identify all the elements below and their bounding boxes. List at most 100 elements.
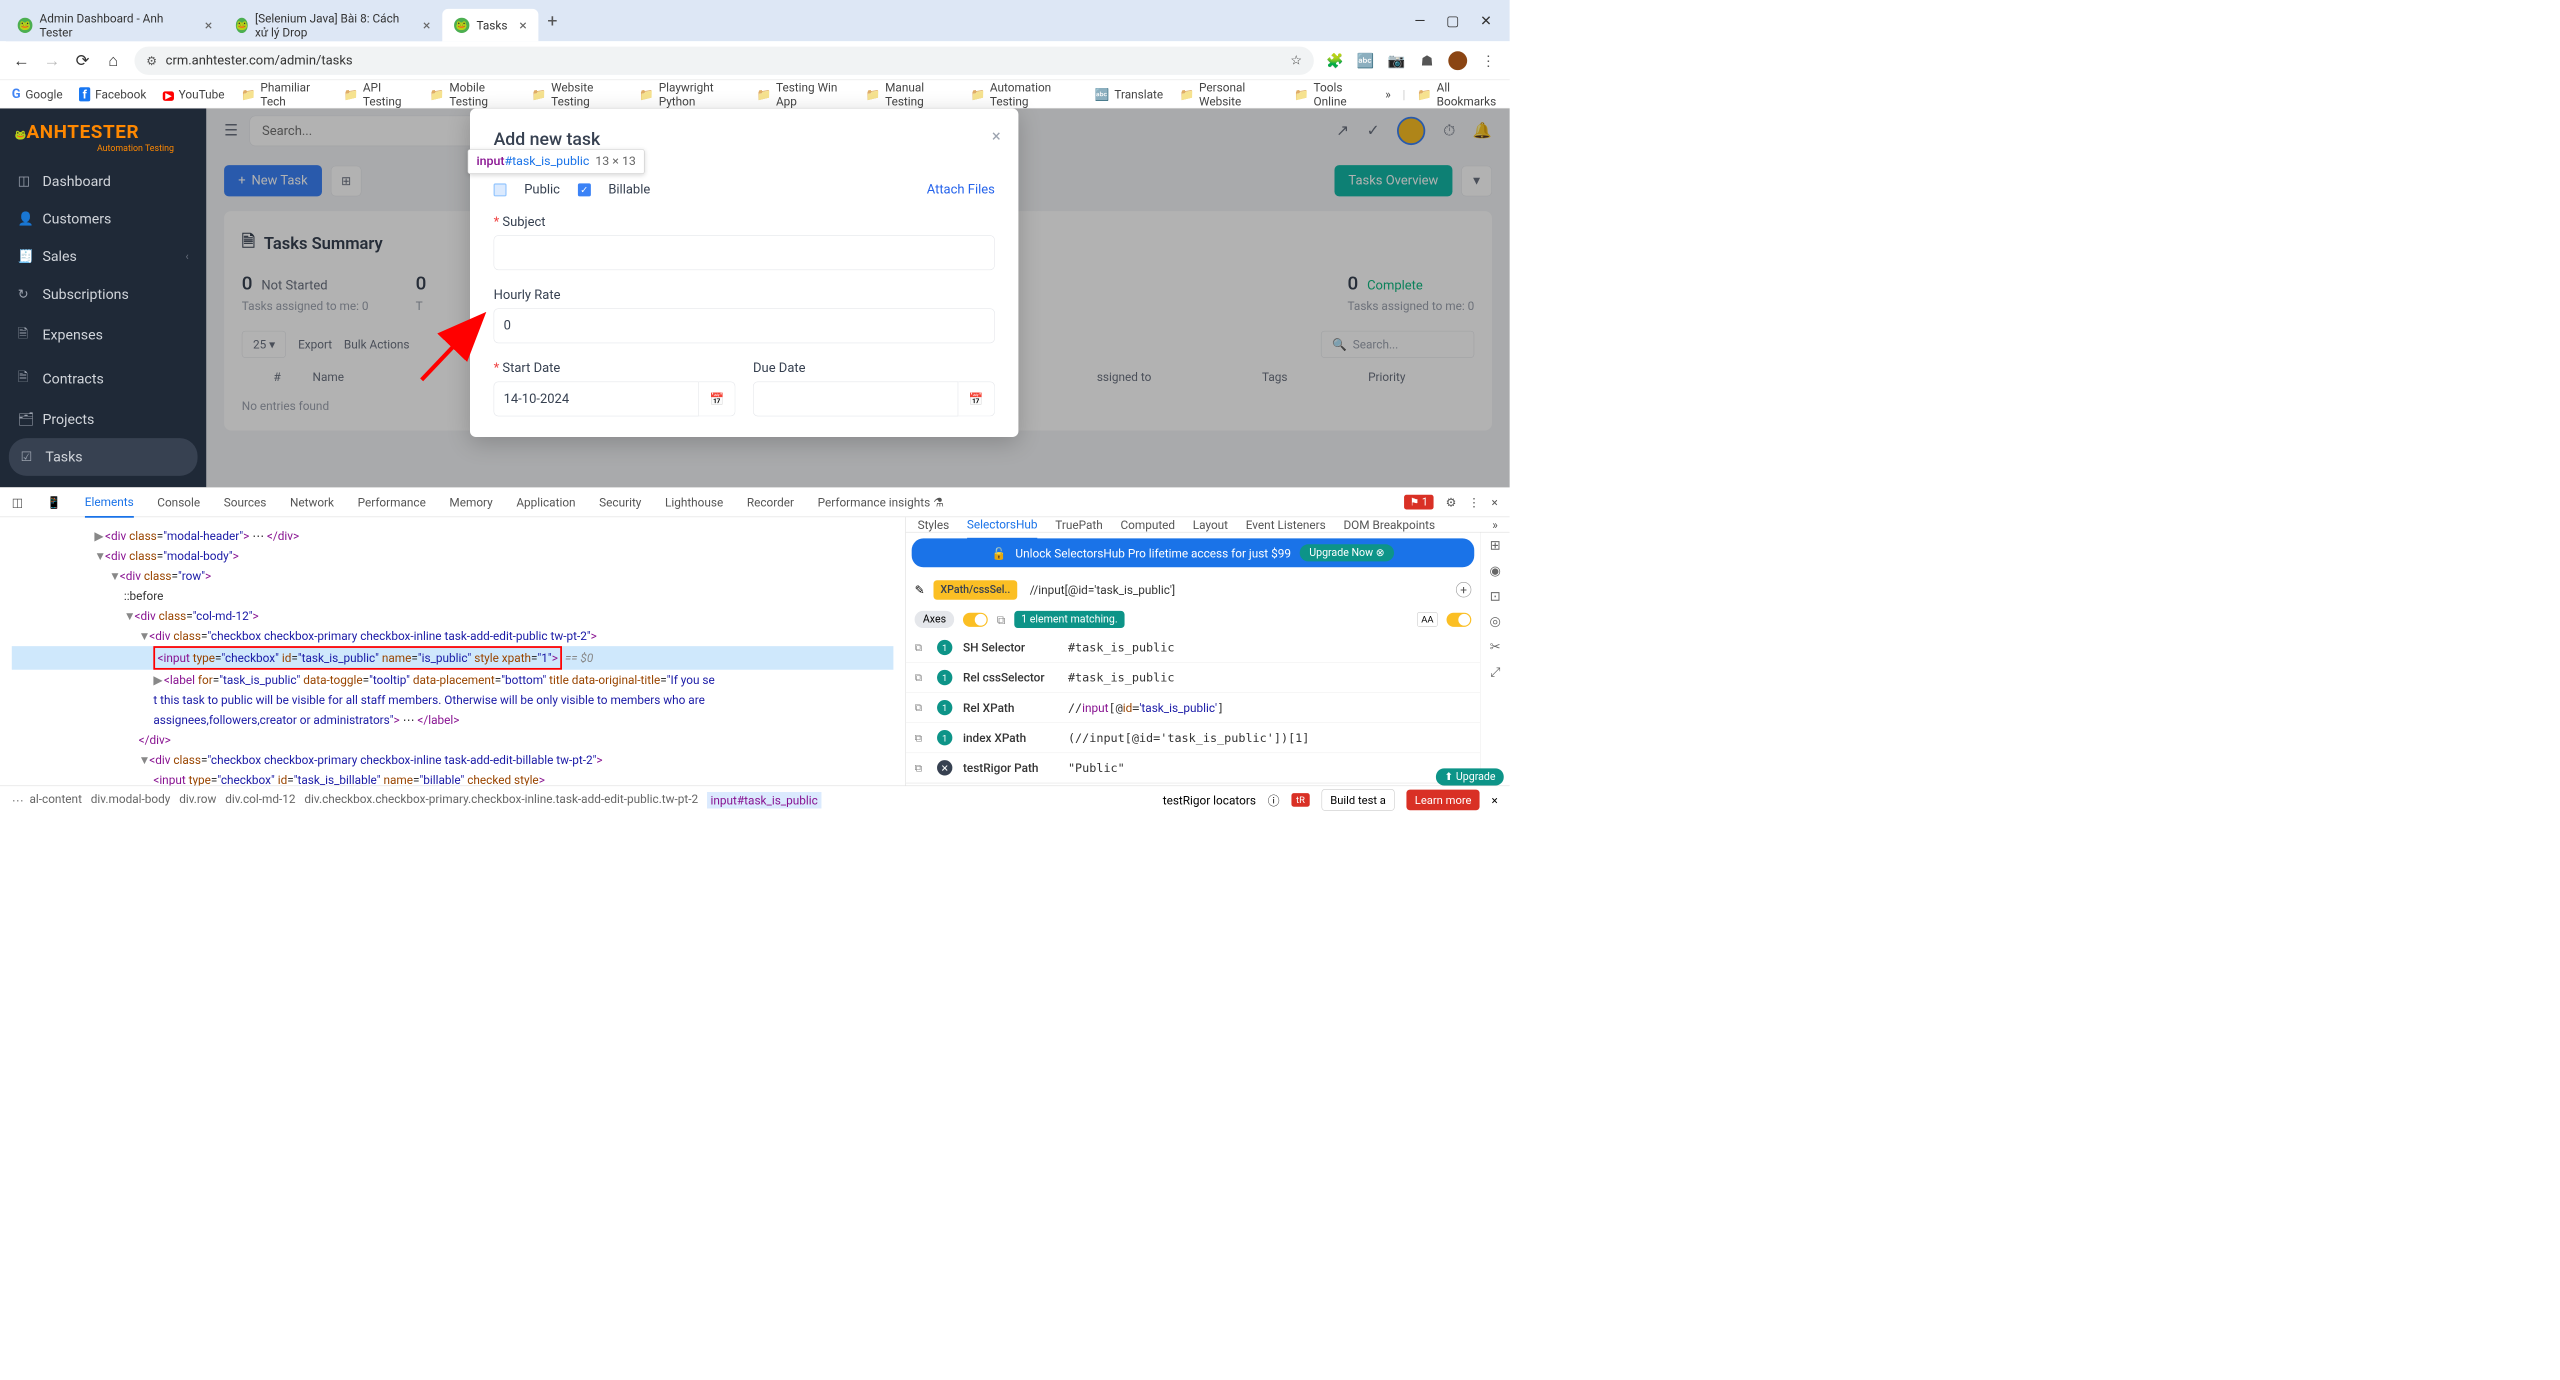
bookmark-folder[interactable]: API Testing <box>343 80 413 108</box>
copy-icon[interactable]: ⧉ <box>915 641 927 653</box>
tab-elements[interactable]: Elements <box>85 495 134 518</box>
star-icon[interactable]: ☆ <box>1290 53 1302 68</box>
tab-application[interactable]: Application <box>516 495 575 509</box>
side-tab-dom-breakpoints[interactable]: DOM Breakpoints <box>1343 517 1435 531</box>
puzzle-icon[interactable]: ☗ <box>1418 52 1437 69</box>
tab-performance[interactable]: Performance <box>358 495 426 509</box>
copy-icon[interactable]: ⧉ <box>915 671 927 683</box>
axes-toggle[interactable] <box>963 612 988 626</box>
bookmark-folder[interactable]: Mobile Testing <box>430 80 515 108</box>
bookmark-translate[interactable]: 🔤Translate <box>1095 87 1163 101</box>
close-icon[interactable]: × <box>1492 793 1498 807</box>
close-devtools-icon[interactable]: × <box>1492 495 1498 509</box>
sidebar-item-contracts[interactable]: 🗎Contracts <box>0 357 206 401</box>
side-tab-event-listeners[interactable]: Event Listeners <box>1246 517 1326 531</box>
reload-icon[interactable]: ⟳ <box>73 51 92 70</box>
calendar-icon[interactable]: 📅 <box>958 382 995 417</box>
more-icon[interactable]: ⋮ <box>1468 495 1480 509</box>
tab-sources[interactable]: Sources <box>224 495 267 509</box>
modal-close-icon[interactable]: × <box>992 126 1001 145</box>
copy-icon[interactable]: ⧉ <box>915 762 927 774</box>
bookmark-folder[interactable]: Testing Win App <box>757 80 850 108</box>
copy-icon[interactable]: ⧉ <box>915 732 927 744</box>
bookmark-folder[interactable]: Phamiliar Tech <box>241 80 327 108</box>
bookmarks-overflow-icon[interactable]: » <box>1385 87 1391 101</box>
sidebar-item-subscriptions[interactable]: ↻Subscriptions <box>0 275 206 313</box>
build-test-button[interactable]: Build test a <box>1321 789 1394 811</box>
elements-panel[interactable]: ▶<div class="modal-header"> ⋯ </div> ▼<d… <box>0 517 905 785</box>
tool-icon[interactable]: ◎ <box>1490 614 1501 629</box>
back-icon[interactable]: ← <box>12 51 31 70</box>
browser-tab-active[interactable]: 🐸 Tasks × <box>442 9 538 41</box>
tool-icon[interactable]: ◉ <box>1490 564 1501 579</box>
settings-icon[interactable]: ⚙ <box>1446 495 1457 509</box>
camera-icon[interactable]: 📷 <box>1387 52 1406 69</box>
side-tab-layout[interactable]: Layout <box>1193 517 1228 531</box>
bookmark-folder[interactable]: Automation Testing <box>970 80 1078 108</box>
bookmark-google[interactable]: Google <box>12 87 63 102</box>
copy-icon[interactable]: ⧉ <box>997 612 1005 626</box>
url-bar[interactable]: ⚙ crm.anhtester.com/admin/tasks ☆ <box>134 46 1313 74</box>
bookmark-folder[interactable]: Website Testing <box>532 80 623 108</box>
tool-icon[interactable]: ✂ <box>1490 640 1501 655</box>
billable-checkbox[interactable]: ✓ <box>578 183 591 196</box>
tab-perf-insights[interactable]: Performance insights ⚗ <box>818 495 944 509</box>
bookmark-folder[interactable]: Manual Testing <box>866 80 954 108</box>
sidebar-item-dashboard[interactable]: ◫Dashboard <box>0 162 206 200</box>
axes-button[interactable]: Axes <box>915 611 955 628</box>
tool-icon[interactable]: ⤢ <box>1490 665 1500 680</box>
sidebar-item-projects[interactable]: 🗂Projects <box>0 400 206 438</box>
browser-tab[interactable]: 🐸 [Selenium Java] Bài 8: Cách xử lý Drop… <box>224 9 442 41</box>
error-count-badge[interactable]: ⚑ 1 <box>1404 495 1434 510</box>
close-icon[interactable]: × <box>423 17 431 34</box>
bookmark-folder[interactable]: Tools Online <box>1294 80 1369 108</box>
tool-icon[interactable]: ⊡ <box>1490 589 1501 604</box>
info-icon[interactable]: ⓘ <box>1268 791 1280 808</box>
side-tab-computed[interactable]: Computed <box>1120 517 1175 531</box>
close-icon[interactable]: × <box>519 17 527 34</box>
dom-breadcrumb[interactable]: al-content div.modal-body div.row div.co… <box>29 792 821 809</box>
bookmark-youtube[interactable]: YouTube <box>163 87 225 101</box>
side-tab-truepath[interactable]: TruePath <box>1055 517 1103 531</box>
aa-toggle[interactable] <box>1447 612 1472 626</box>
tab-recorder[interactable]: Recorder <box>747 495 794 509</box>
all-bookmarks-button[interactable]: All Bookmarks <box>1417 80 1498 108</box>
tool-icon[interactable]: ⊞ <box>1490 538 1501 553</box>
site-settings-icon[interactable]: ⚙ <box>146 53 157 67</box>
attach-files-link[interactable]: Attach Files <box>927 182 995 197</box>
add-selector-icon[interactable]: + <box>1456 582 1471 597</box>
upgrade-pill[interactable]: ⬆ Upgrade <box>1436 768 1504 785</box>
minimize-icon[interactable]: ― <box>1414 12 1425 29</box>
tab-lighthouse[interactable]: Lighthouse <box>665 495 723 509</box>
extensions-icon[interactable]: 🧩 <box>1326 52 1345 69</box>
bookmark-facebook[interactable]: Facebook <box>79 87 146 101</box>
promo-banner[interactable]: 🔓Unlock SelectorsHub Pro lifetime access… <box>912 538 1475 567</box>
edit-icon[interactable]: ✎ <box>915 583 925 597</box>
more-tabs-icon[interactable]: » <box>1492 517 1498 531</box>
browser-tab[interactable]: 🐸 Admin Dashboard - Anh Tester × <box>6 9 224 41</box>
calendar-icon[interactable]: 📅 <box>699 382 736 417</box>
aa-button[interactable]: AA <box>1417 612 1438 627</box>
sidebar-item-tasks[interactable]: ☑Tasks <box>9 438 198 476</box>
due-date-input[interactable] <box>753 382 958 417</box>
sidebar-item-expenses[interactable]: 🗎Expenses <box>0 313 206 357</box>
subject-input[interactable] <box>494 235 995 270</box>
device-icon[interactable]: 📱 <box>47 495 62 509</box>
home-icon[interactable]: ⌂ <box>104 51 123 70</box>
tab-console[interactable]: Console <box>157 495 200 509</box>
start-date-input[interactable] <box>494 382 699 417</box>
hourly-rate-input[interactable] <box>494 308 995 343</box>
tab-memory[interactable]: Memory <box>449 495 492 509</box>
maximize-icon[interactable]: ▢ <box>1446 12 1459 29</box>
public-checkbox[interactable] <box>494 183 507 196</box>
xpath-mode-badge[interactable]: XPath/cssSel.. <box>933 580 1017 599</box>
copy-icon[interactable]: ⧉ <box>915 701 927 713</box>
new-tab-button[interactable]: + <box>547 10 557 31</box>
inspect-icon[interactable]: ◫ <box>12 495 23 509</box>
sidebar-item-sales[interactable]: 🧾Sales‹ <box>0 238 206 276</box>
profile-avatar[interactable] <box>1448 51 1467 70</box>
menu-icon[interactable]: ⋮ <box>1479 52 1498 69</box>
side-tab-styles[interactable]: Styles <box>918 517 950 531</box>
upgrade-now-button[interactable]: Upgrade Now ⊗ <box>1300 544 1394 561</box>
sidebar-item-customers[interactable]: 👤Customers <box>0 200 206 238</box>
